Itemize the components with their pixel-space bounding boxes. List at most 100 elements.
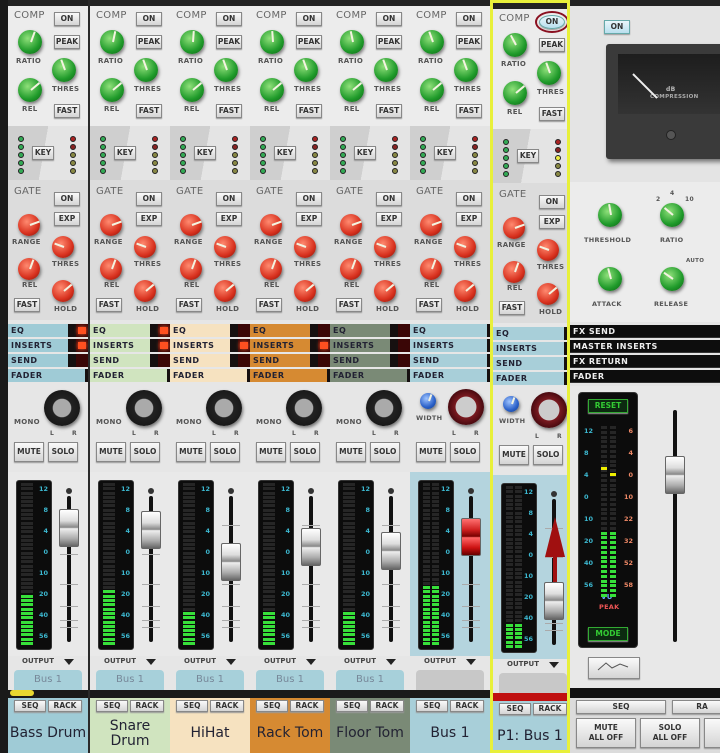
- gate-thres-knob[interactable]: [294, 236, 316, 258]
- pan-knob[interactable]: [126, 390, 162, 426]
- comp-peak-button[interactable]: PEAK: [54, 35, 80, 49]
- gate-thres-knob[interactable]: [134, 236, 156, 258]
- gate-rel-knob[interactable]: [260, 258, 282, 280]
- strip-section-send[interactable]: SEND: [493, 357, 567, 370]
- strip-section-fader[interactable]: FADER: [170, 369, 250, 382]
- rack-button[interactable]: RACK: [290, 700, 324, 712]
- comp-fast-button[interactable]: FAST: [376, 104, 402, 118]
- key-button[interactable]: KEY: [354, 146, 376, 160]
- gate-on-button[interactable]: ON: [216, 192, 242, 206]
- strip-section-eq[interactable]: EQ: [250, 324, 330, 337]
- channel-name[interactable]: Floor Tom: [330, 714, 410, 753]
- fader-handle[interactable]: [544, 582, 564, 621]
- comp-peak-button[interactable]: PEAK: [456, 35, 482, 49]
- strip-section-eq[interactable]: EQ: [493, 327, 567, 340]
- output-bus-field[interactable]: [499, 673, 567, 693]
- output-dropdown-icon[interactable]: [549, 662, 559, 668]
- gate-fast-button[interactable]: FAST: [336, 298, 362, 312]
- comp-rel-knob[interactable]: [180, 78, 204, 102]
- comp-rel-knob[interactable]: [503, 81, 527, 105]
- key-button[interactable]: KEY: [114, 146, 136, 160]
- output-dropdown-icon[interactable]: [64, 659, 74, 665]
- gate-range-knob[interactable]: [260, 214, 282, 236]
- comp-thres-knob[interactable]: [134, 58, 158, 82]
- seq-button[interactable]: SEQ: [256, 700, 288, 712]
- gate-rel-knob[interactable]: [340, 258, 362, 280]
- channel-name[interactable]: P1: Bus 1: [493, 717, 567, 750]
- release-knob[interactable]: [660, 267, 684, 291]
- seq-button[interactable]: SEQ: [416, 700, 448, 712]
- strip-section-fader[interactable]: FADER: [90, 369, 170, 382]
- mute-button[interactable]: MUTE: [176, 442, 206, 462]
- gate-thres-knob[interactable]: [454, 236, 476, 258]
- master-section-fx-send[interactable]: FX SEND: [570, 325, 720, 338]
- gate-rel-knob[interactable]: [503, 261, 525, 283]
- comp-rel-knob[interactable]: [420, 78, 444, 102]
- gate-exp-button[interactable]: EXP: [54, 212, 80, 226]
- comp-ratio-knob[interactable]: [18, 30, 42, 54]
- fader-handle[interactable]: [301, 528, 321, 567]
- output-dropdown-icon[interactable]: [466, 659, 476, 665]
- rack-button[interactable]: RACK: [370, 700, 404, 712]
- strip-section-inserts[interactable]: INSERTS: [410, 339, 490, 352]
- mute-button[interactable]: MUTE: [336, 442, 366, 462]
- solo-button[interactable]: SOLO: [533, 445, 563, 465]
- output-bus-field[interactable]: Bus 1: [96, 670, 164, 690]
- master-section-fader[interactable]: FADER: [570, 370, 720, 383]
- channel-name[interactable]: Bass Drum: [8, 714, 88, 753]
- meter-reset-button[interactable]: RESET: [588, 399, 628, 413]
- comp-peak-button[interactable]: PEAK: [376, 35, 402, 49]
- gate-rel-knob[interactable]: [420, 258, 442, 280]
- meter-mode-button[interactable]: MODE: [588, 627, 628, 641]
- solo-button[interactable]: SOLO: [290, 442, 320, 462]
- output-bus-field[interactable]: Bus 1: [176, 670, 244, 690]
- gate-fast-button[interactable]: FAST: [96, 298, 122, 312]
- comp-ratio-knob[interactable]: [100, 30, 124, 54]
- gate-exp-button[interactable]: EXP: [296, 212, 322, 226]
- master-fader-track[interactable]: [673, 410, 677, 642]
- mute-button[interactable]: MUTE: [14, 442, 44, 462]
- mute-button[interactable]: MUTE: [96, 442, 126, 462]
- strip-section-fader[interactable]: FADER: [410, 369, 490, 382]
- strip-section-eq[interactable]: EQ: [170, 324, 250, 337]
- fader-handle[interactable]: [59, 509, 79, 548]
- gate-fast-button[interactable]: FAST: [499, 301, 525, 315]
- channel-name[interactable]: Bus 1: [410, 714, 490, 753]
- fader-handle[interactable]: [221, 542, 241, 581]
- comp-thres-knob[interactable]: [52, 58, 76, 82]
- comp-fast-button[interactable]: FAST: [539, 107, 565, 121]
- fader-handle[interactable]: [141, 510, 161, 549]
- key-button[interactable]: KEY: [434, 146, 456, 160]
- channel-name[interactable]: Snare Drum: [90, 714, 170, 753]
- gate-on-button[interactable]: ON: [376, 192, 402, 206]
- solo-button[interactable]: SOLO: [210, 442, 240, 462]
- gate-thres-knob[interactable]: [537, 239, 559, 261]
- rack-button[interactable]: RACK: [130, 700, 164, 712]
- output-bus-field[interactable]: Bus 1: [336, 670, 404, 690]
- channel-name[interactable]: HiHat: [170, 714, 250, 753]
- rack-button[interactable]: RACK: [533, 703, 567, 715]
- strip-section-send[interactable]: SEND: [170, 354, 250, 367]
- key-button[interactable]: KEY: [32, 146, 54, 160]
- gate-thres-knob[interactable]: [214, 236, 236, 258]
- comp-thres-knob[interactable]: [537, 61, 561, 85]
- strip-section-inserts[interactable]: INSERTS: [250, 339, 330, 352]
- gate-hold-knob[interactable]: [214, 280, 236, 302]
- comp-peak-button[interactable]: PEAK: [296, 35, 322, 49]
- gate-thres-knob[interactable]: [374, 236, 396, 258]
- comp-on-button[interactable]: ON: [296, 12, 322, 26]
- solo-button[interactable]: SOLO: [370, 442, 400, 462]
- seq-button[interactable]: SEQ: [176, 700, 208, 712]
- threshold-knob[interactable]: [598, 203, 622, 227]
- strip-section-send[interactable]: SEND: [8, 354, 88, 367]
- seq-button[interactable]: SEQ: [336, 700, 368, 712]
- gate-range-knob[interactable]: [18, 214, 40, 236]
- output-bus-field[interactable]: [416, 670, 484, 690]
- gate-range-knob[interactable]: [503, 217, 525, 239]
- comp-thres-knob[interactable]: [454, 58, 478, 82]
- comp-ratio-knob[interactable]: [503, 33, 527, 57]
- strip-section-send[interactable]: SEND: [90, 354, 170, 367]
- master-fader-handle[interactable]: [665, 455, 685, 494]
- gate-range-knob[interactable]: [340, 214, 362, 236]
- seq-button[interactable]: SEQ: [499, 703, 531, 715]
